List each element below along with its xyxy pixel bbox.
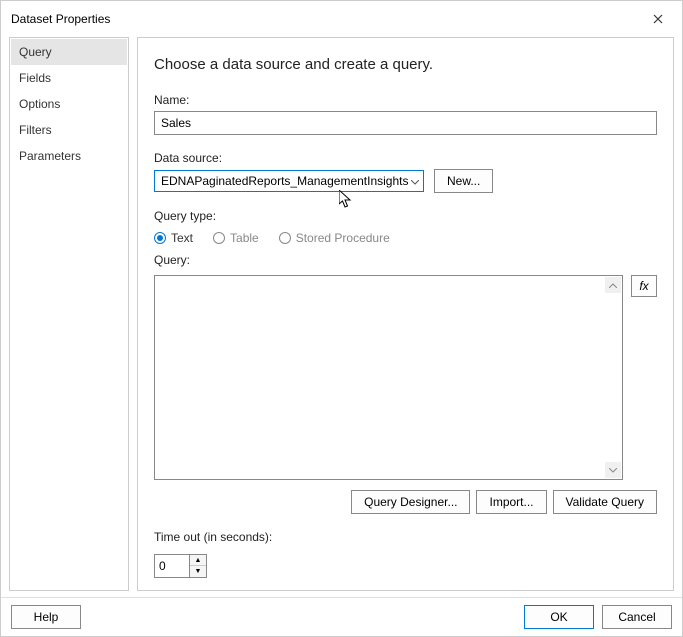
timeout-input[interactable] [154,554,190,578]
ok-button[interactable]: OK [524,605,594,629]
query-label: Query: [154,253,657,267]
scroll-down-button[interactable] [605,462,621,478]
content-area: Query Fields Options Filters Parameters … [1,37,682,597]
sidebar-item-fields[interactable]: Fields [11,65,127,91]
query-actions: Query Designer... Import... Validate Que… [154,490,657,514]
spinner-down-button[interactable]: ▼ [190,566,206,577]
chevron-down-icon [609,468,617,473]
datasource-combo[interactable]: EDNAPaginatedReports_ManagementInsights [154,170,424,192]
new-datasource-button[interactable]: New... [434,169,493,193]
scroll-up-button[interactable] [605,277,621,293]
window-title: Dataset Properties [11,12,110,26]
sidebar-item-label: Fields [19,71,51,85]
query-designer-button[interactable]: Query Designer... [351,490,470,514]
radio-icon [279,232,291,244]
sidebar-item-label: Filters [19,123,52,137]
timeout-label: Time out (in seconds): [154,530,657,544]
radio-icon [213,232,225,244]
import-button[interactable]: Import... [476,490,546,514]
chevron-down-icon [411,174,419,188]
radio-icon [154,232,166,244]
timeout-spinner[interactable]: ▲ ▼ [154,554,207,578]
radio-table[interactable]: Table [213,231,259,245]
radio-label: Table [230,231,259,245]
sidebar-item-query[interactable]: Query [11,39,127,65]
titlebar: Dataset Properties [1,1,682,37]
close-icon [653,14,663,24]
query-textarea[interactable] [154,275,623,480]
radio-label: Text [171,231,193,245]
sidebar-item-label: Query [19,45,52,59]
chevron-up-icon [609,283,617,288]
sidebar-item-options[interactable]: Options [11,91,127,117]
name-label: Name: [154,93,657,107]
page-heading: Choose a data source and create a query. [154,56,657,73]
radio-label: Stored Procedure [296,231,390,245]
radio-text[interactable]: Text [154,231,193,245]
sidebar-item-label: Options [19,97,60,111]
main-panel: Choose a data source and create a query.… [137,37,674,591]
sidebar-item-parameters[interactable]: Parameters [11,143,127,169]
cancel-button[interactable]: Cancel [602,605,672,629]
sidebar: Query Fields Options Filters Parameters [9,37,129,591]
close-button[interactable] [642,9,674,29]
validate-query-button[interactable]: Validate Query [553,490,658,514]
sidebar-item-label: Parameters [19,149,81,163]
datasource-label: Data source: [154,151,657,165]
radio-stored-procedure[interactable]: Stored Procedure [279,231,390,245]
help-button[interactable]: Help [11,605,81,629]
sidebar-item-filters[interactable]: Filters [11,117,127,143]
dialog-footer: Help OK Cancel [1,597,682,636]
querytype-group: Text Table Stored Procedure [154,231,657,245]
querytype-label: Query type: [154,209,657,223]
name-input[interactable] [154,111,657,135]
spinner-up-button[interactable]: ▲ [190,555,206,566]
expression-button[interactable]: fx [631,275,657,297]
datasource-selected: EDNAPaginatedReports_ManagementInsights [161,174,408,188]
